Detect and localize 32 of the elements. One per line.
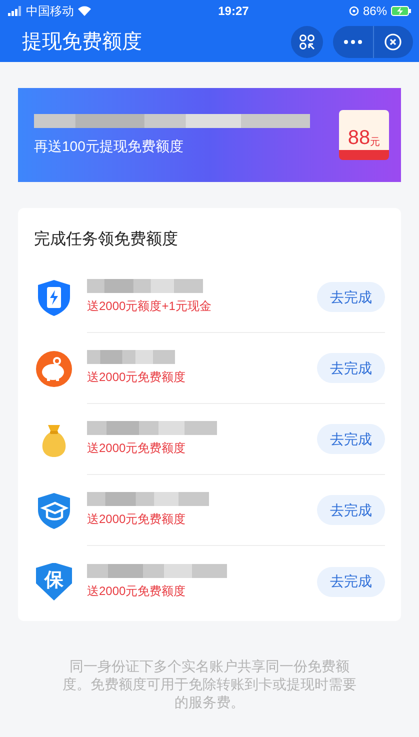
complete-button[interactable]: 去完成 bbox=[317, 566, 385, 596]
clock-time: 19:27 bbox=[217, 3, 250, 20]
more-icon bbox=[344, 40, 362, 44]
graduation-cap-shield-icon bbox=[36, 492, 72, 530]
carrier-name: 中国移动 bbox=[26, 3, 74, 20]
footnote-text: 同一身份证下多个实名账户共享同一份免费额度。免费额度可用于免除转账到卡或提现时需要的服务费。 bbox=[62, 657, 357, 711]
scan-button[interactable] bbox=[291, 26, 323, 58]
complete-button[interactable]: 去完成 bbox=[317, 495, 385, 525]
badge-unit: 元 bbox=[370, 138, 380, 148]
battery-percent: 86% bbox=[362, 3, 387, 20]
banner-subtitle: 再送100元提现免费额度 bbox=[34, 136, 184, 156]
card-title: 完成任务领免费额度 bbox=[33, 230, 179, 250]
battery-charging-icon bbox=[391, 6, 411, 16]
page-title: 提现免费额度 bbox=[22, 30, 143, 55]
complete-button[interactable]: 去完成 bbox=[317, 424, 385, 454]
insurance-shield-icon: 保 bbox=[36, 562, 72, 600]
scan-icon bbox=[299, 34, 315, 50]
reward-text: 送2000元免费额度 bbox=[87, 440, 187, 457]
reward-text: 送2000元额度+1元现金 bbox=[87, 298, 212, 315]
close-icon bbox=[384, 33, 402, 51]
reward-text: 送2000元免费额度 bbox=[87, 369, 187, 386]
complete-button[interactable]: 去完成 bbox=[317, 353, 385, 383]
promo-banner[interactable]: 再送100元提现免费额度 88元 bbox=[18, 88, 401, 182]
badge-amount: 88 bbox=[348, 128, 370, 148]
reward-text: 送2000元免费额度 bbox=[87, 511, 187, 528]
reward-text: 送2000元免费额度 bbox=[87, 582, 187, 600]
wifi-icon bbox=[78, 6, 91, 16]
complete-button[interactable]: 去完成 bbox=[317, 282, 385, 312]
signal-icon bbox=[8, 6, 22, 16]
piggy-bank-icon bbox=[35, 350, 73, 388]
alarm-icon bbox=[348, 6, 359, 16]
shield-phone-icon bbox=[36, 278, 72, 316]
